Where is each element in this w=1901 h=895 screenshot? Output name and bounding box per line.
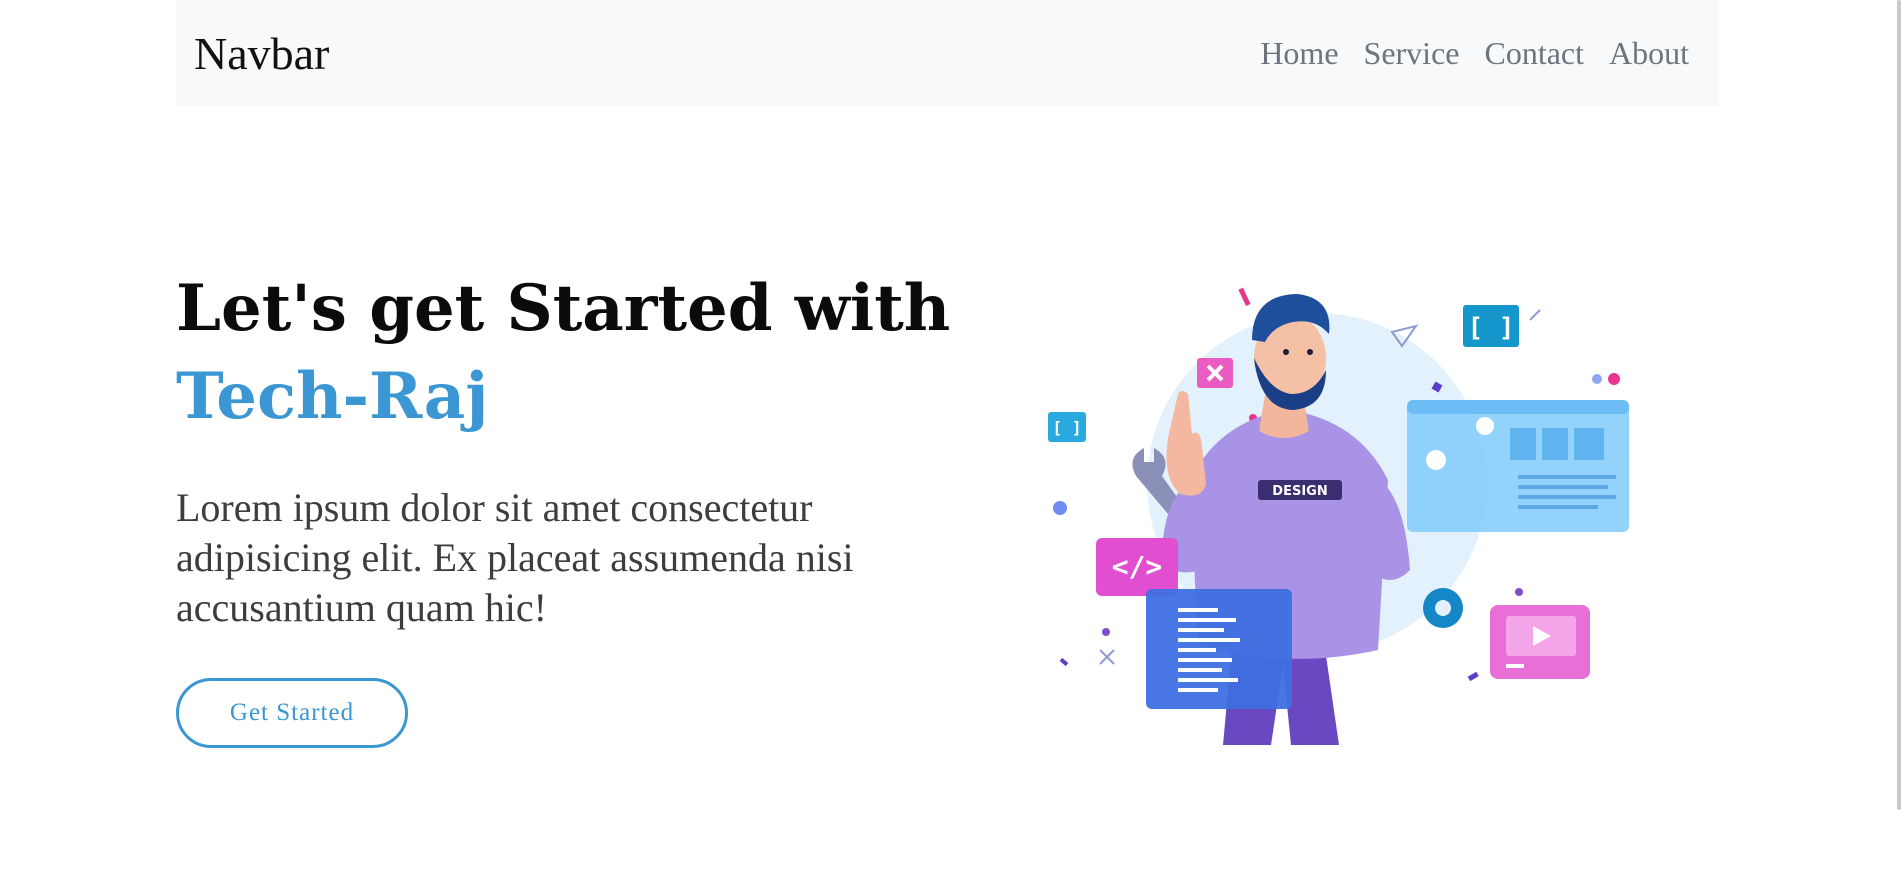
nav-link-contact[interactable]: Contact — [1484, 35, 1584, 72]
nav-links: Home Service Contact About — [1260, 35, 1689, 72]
navbar: Navbar Home Service Contact About — [176, 0, 1719, 106]
navbar-brand[interactable]: Navbar — [194, 27, 329, 80]
svg-text:[ ]: [ ] — [1468, 313, 1515, 343]
browser-window-panel — [1407, 400, 1629, 532]
svg-text:[ ]: [ ] — [1053, 418, 1082, 437]
nav-link-about[interactable]: About — [1609, 35, 1689, 72]
brackets-icon: [ ] — [1463, 305, 1519, 347]
scrollbar-thumb[interactable] — [1897, 0, 1901, 810]
gear-icon — [1423, 588, 1463, 628]
brackets-icon: [ ] — [1048, 412, 1086, 442]
svg-text:</>: </> — [1112, 550, 1163, 583]
hero-illustration: [ ] [ ] DESIGN </> — [1048, 287, 1629, 745]
design-badge: DESIGN — [1258, 480, 1342, 500]
code-icon: </> — [1096, 538, 1178, 596]
get-started-button[interactable]: Get Started — [176, 678, 408, 748]
hero-title-line: Let's get Started with — [176, 271, 951, 346]
scrollbar[interactable] — [1896, 0, 1901, 895]
play-icon — [1490, 605, 1590, 679]
hero-title-highlight: Tech-Raj — [176, 359, 489, 434]
svg-text:DESIGN: DESIGN — [1272, 484, 1327, 499]
hero-section: Let's get Started with Tech-Raj Lorem ip… — [176, 265, 956, 633]
nav-link-service[interactable]: Service — [1364, 35, 1460, 72]
hero-description: Lorem ipsum dolor sit amet consectetur a… — [176, 485, 854, 630]
code-document-panel — [1146, 589, 1292, 709]
hero-title: Let's get Started with Tech-Raj — [176, 265, 956, 441]
close-icon — [1197, 358, 1233, 388]
nav-link-home[interactable]: Home — [1260, 35, 1338, 72]
